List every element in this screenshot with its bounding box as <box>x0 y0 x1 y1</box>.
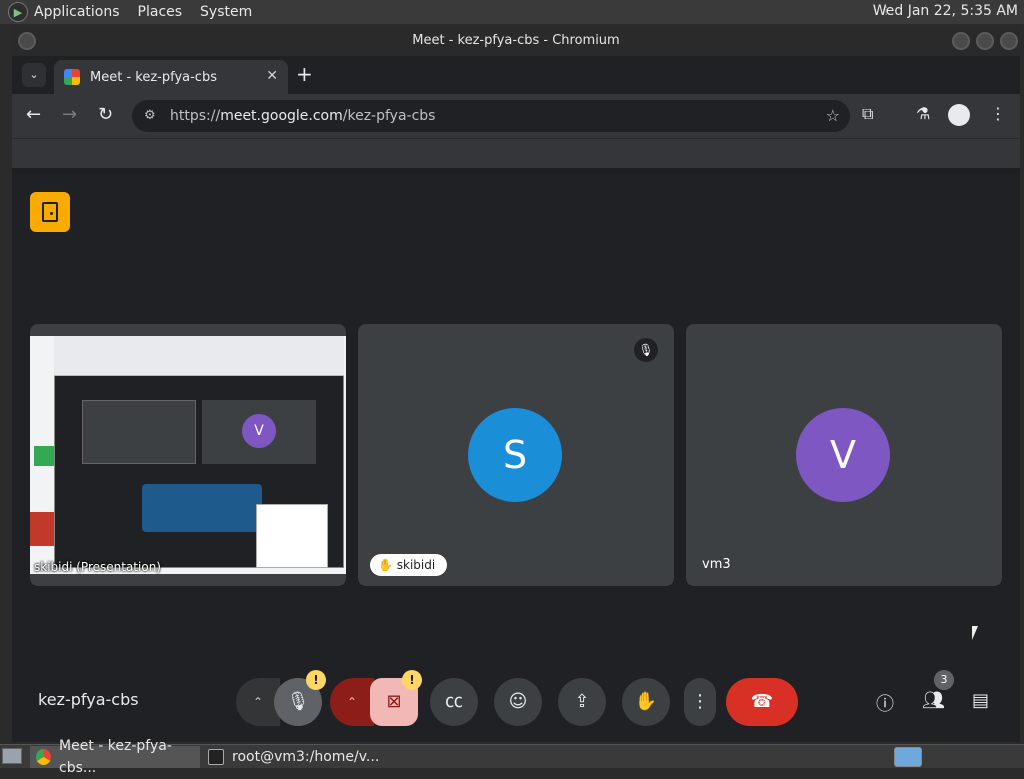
shared-screen-thumbnail: V skibidi (Presentation) <box>30 336 346 574</box>
participant-tile-skibidi[interactable]: 🎙︎ S ✋ skibidi <box>358 324 674 586</box>
mic-muted-icon: 🎙︎ <box>634 338 658 362</box>
meet-page: V skibidi (Presentation) 🎙︎ S ✋ skibidi … <box>12 174 1020 742</box>
leave-call-button[interactable]: ☎ <box>726 678 798 726</box>
video-options-chevron-up-icon[interactable]: ⌃ <box>330 678 374 726</box>
window-titlebar[interactable]: Meet - kez-pfya-cbs - Chromium <box>12 26 1020 56</box>
participant-name: vm3 <box>702 557 731 572</box>
back-arrow-icon[interactable]: ← <box>26 104 41 125</box>
window-title: Meet - kez-pfya-cbs - Chromium <box>412 33 620 48</box>
applications-menu[interactable]: Applications <box>34 4 120 20</box>
more-options-button[interactable]: ⋮ <box>684 678 716 726</box>
meet-control-bar: kez-pfya-cbs ⌃ 🎙︎ ! ⌃ ⊠ ! ㏄ ☺ ⇪ ✋ ⋮ ☎ ⓘ … <box>12 670 1020 734</box>
mic-warning-icon: ! <box>306 670 326 690</box>
taskbar-item-chromium[interactable]: Meet - kez-pfya-cbs... <box>30 738 200 776</box>
tab-search-chevron-down-icon[interactable]: ⌄ <box>22 63 46 87</box>
bookmark-bar <box>12 138 1020 168</box>
url-text: https://meet.google.com/kez-pfya-cbs <box>170 108 436 124</box>
meet-favicon-icon <box>64 69 80 85</box>
presentation-caption: skibidi (Presentation) <box>34 560 161 574</box>
meeting-code: kez-pfya-cbs <box>38 690 139 709</box>
camera-warning-icon: ! <box>402 670 422 690</box>
minimize-button[interactable] <box>952 32 970 50</box>
terminal-icon <box>208 749 224 765</box>
site-info-icon[interactable]: ⚙ <box>144 100 156 132</box>
captions-button[interactable]: ㏄ <box>430 678 478 726</box>
avatar-v: V <box>796 408 890 502</box>
bookmark-star-icon[interactable]: ☆ <box>826 100 840 132</box>
desktop-top-panel: ▶ Applications Places System ⁞ Wed Jan 2… <box>0 0 1024 24</box>
reload-icon[interactable]: ↻ <box>98 104 113 125</box>
browser-window: Meet - kez-pfya-cbs - Chromium ⌄ Meet - … <box>12 26 1020 742</box>
clock[interactable]: Wed Jan 22, 5:35 AM <box>873 3 1018 19</box>
raised-hand-name-chip: ✋ skibidi <box>370 554 448 576</box>
close-window-button[interactable] <box>1000 32 1018 50</box>
tab-strip: ⌄ Meet - kez-pfya-cbs ✕ + <box>12 56 1020 94</box>
system-menu[interactable]: System <box>200 4 252 20</box>
browser-toolbar: ← → ↻ ⚙ https://meet.google.com/kez-pfya… <box>12 94 1020 138</box>
address-bar[interactable]: ⚙ https://meet.google.com/kez-pfya-cbs ☆ <box>132 100 850 132</box>
labs-flask-icon[interactable]: ⚗ <box>916 104 930 123</box>
emoji-reaction-button[interactable]: ☺ <box>494 678 542 726</box>
desktop-taskbar: Meet - kez-pfya-cbs... root@vm3:/home/v.… <box>0 738 1024 776</box>
window-menu-button[interactable] <box>18 32 36 50</box>
distro-logo-icon[interactable]: ▶ <box>8 2 28 22</box>
places-menu[interactable]: Places <box>138 4 183 20</box>
forward-arrow-icon[interactable]: → <box>62 104 77 125</box>
chat-icon[interactable]: ▤ <box>972 690 989 711</box>
tab-close-icon[interactable]: ✕ <box>266 68 278 84</box>
extensions-puzzle-icon[interactable]: ⧉ <box>862 104 873 124</box>
profile-avatar-icon[interactable] <box>948 104 970 126</box>
meeting-info-icon[interactable]: ⓘ <box>876 690 894 716</box>
mouse-pointer <box>972 626 978 640</box>
present-screen-button[interactable]: ⇪ <box>558 678 606 726</box>
tab-title: Meet - kez-pfya-cbs <box>90 69 217 85</box>
people-icon[interactable]: 👥︎ <box>922 690 945 711</box>
taskbar-item-terminal[interactable]: root@vm3:/home/v... <box>206 746 379 768</box>
chromium-icon <box>36 749 52 765</box>
avatar-s: S <box>468 408 562 502</box>
tray-chromium-icon[interactable] <box>894 747 922 767</box>
more-menu-icon[interactable]: ⋮ <box>990 104 1006 123</box>
tab-meet[interactable]: Meet - kez-pfya-cbs ✕ <box>54 60 288 94</box>
maximize-button[interactable] <box>976 32 994 50</box>
people-count-badge: 3 <box>934 670 954 690</box>
participant-tile-vm3[interactable]: V vm3 <box>686 324 1002 586</box>
room-door-icon[interactable] <box>30 192 70 232</box>
new-tab-button[interactable]: + <box>296 62 313 86</box>
raise-hand-button[interactable]: ✋ <box>622 678 670 726</box>
show-desktop-icon[interactable] <box>2 748 22 764</box>
presentation-tile[interactable]: V skibidi (Presentation) <box>30 324 346 586</box>
